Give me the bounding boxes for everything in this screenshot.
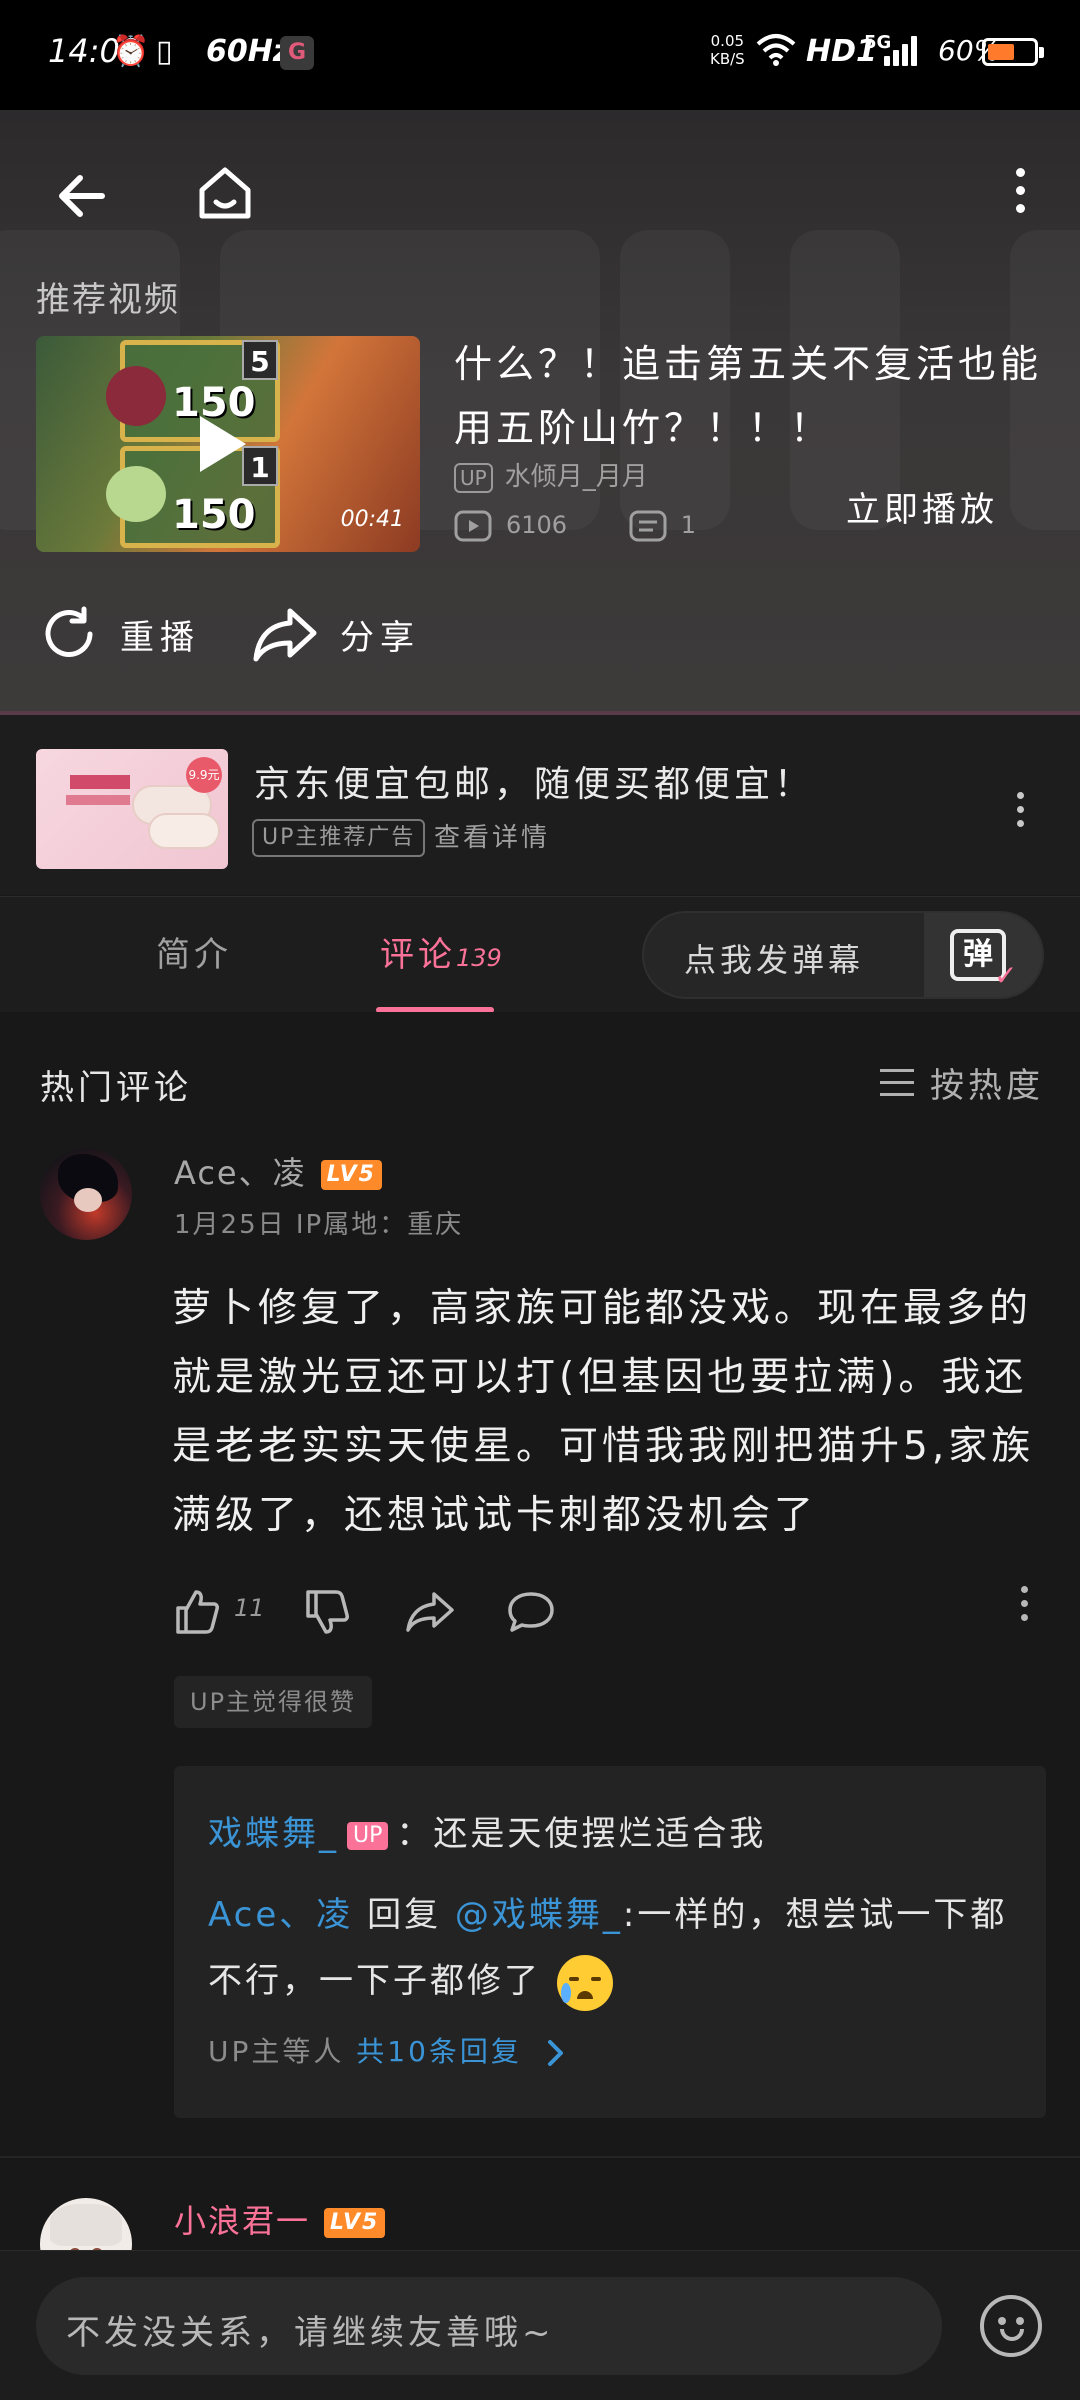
status-bar: 14:09 ⏰ ▯ 60Hz G 0.05 KB/S HD1 5G 60% [0, 0, 1080, 110]
net-speed-value: 0.05 [710, 32, 745, 50]
battery-fill [988, 44, 1014, 60]
dislike-icon[interactable] [302, 1588, 350, 1636]
refresh-rate: 60Hz [206, 34, 291, 69]
arrow-left-icon [59, 175, 105, 217]
share-icon [253, 608, 317, 662]
thumb-level: 5 [242, 340, 278, 380]
danmaku-toggle-button[interactable]: 弹 ✓ [924, 913, 1042, 997]
slipper-image [148, 813, 220, 849]
play-count-icon [454, 510, 492, 542]
alarm-icon: ⏰ [112, 34, 150, 69]
price-badge: 9.9元 [186, 757, 222, 793]
thumb-number: 150 [172, 492, 256, 538]
back-button[interactable] [52, 166, 112, 226]
reply-text: ：还是天使摆烂适合我 [396, 1814, 767, 1854]
tab-comments-label: 评论 [380, 935, 456, 975]
plant-image [106, 366, 166, 426]
replay-button[interactable]: 重播 [40, 604, 200, 664]
replay-icon [45, 606, 93, 657]
reply-icon[interactable] [506, 1588, 556, 1636]
recommended-label: 推荐视频 [36, 280, 180, 320]
thumb-level: 1 [242, 446, 278, 486]
comment-meta: 1月25日 IP属地：重庆 [174, 1210, 464, 1240]
reply-mention[interactable]: @戏蝶舞_ [455, 1895, 623, 1935]
avatar[interactable] [40, 1148, 132, 1240]
comment-username[interactable]: Ace、凌 LV5 [174, 1148, 382, 1194]
hot-comments-title: 热门评论 [40, 1068, 192, 1108]
more-options-button[interactable] [1006, 168, 1034, 224]
share-button[interactable]: 分享 [252, 604, 420, 664]
danmaku-input[interactable]: 点我发弹幕 弹 ✓ [642, 911, 1044, 999]
comment-more-button[interactable] [1018, 1586, 1030, 1630]
sort-button[interactable]: 按热度 [880, 1058, 1044, 1107]
share-label: 分享 [340, 617, 420, 658]
chevron-right-icon [547, 2040, 563, 2066]
comment-username[interactable]: 小浪君一 LV5 [174, 2196, 386, 2242]
reply-item: 戏蝶舞_ UP ：还是天使摆烂适合我 [208, 1806, 766, 1855]
home-icon [199, 167, 251, 219]
comment-actions: 11 [172, 1582, 1042, 1638]
like-count: 11 [234, 1594, 265, 1622]
home-button[interactable] [194, 162, 256, 224]
level-badge: LV5 [324, 2208, 386, 2238]
video-duration: 00:41 [340, 507, 404, 532]
ad-tag: UP主推荐广告 [252, 819, 426, 857]
recommended-video-title[interactable]: 什么？！追击第五关不复活也能用五阶山竹？！！！ [454, 332, 1044, 460]
plant-image [106, 466, 166, 522]
battery-icon [982, 38, 1044, 66]
tab-bar: 简介 评论139 点我发弹幕 弹 ✓ [0, 896, 1080, 1013]
crying-emoji-icon [557, 1954, 613, 2011]
comment-input-bar: 不发没关系，请继续友善哦~ [0, 2250, 1080, 2400]
video-stats: 6106 1 [454, 510, 750, 542]
replay-label: 重播 [120, 617, 200, 658]
like-icon[interactable] [172, 1588, 220, 1636]
reply-word: 回复 [353, 1895, 455, 1935]
net-speed: 0.05 KB/S [710, 32, 745, 68]
up-badge: UP [347, 1821, 389, 1850]
comment-input[interactable]: 不发没关系，请继续友善哦~ [36, 2277, 942, 2375]
emoji-button[interactable] [980, 2295, 1042, 2357]
view-replies-link[interactable]: 共10条回复 [356, 2035, 522, 2068]
comment-text[interactable]: 萝卜修复了，高家族可能都没戏。现在最多的就是激光豆还可以打(但基因也要拉满)。我… [172, 1274, 1042, 1550]
tab-intro[interactable]: 简介 [156, 927, 232, 976]
reply-item: Ace、凌 回复 @戏蝶舞_:一样的，想尝试一下都不行，一下子都修了 [208, 1882, 1008, 2014]
play-now-button[interactable]: 立即播放 [846, 482, 998, 531]
share-icon[interactable] [404, 1588, 456, 1636]
danmaku-icon [629, 510, 667, 542]
danmaku-prompt: 点我发弹幕 [684, 941, 865, 979]
tab-comments-count: 139 [456, 944, 502, 972]
level-badge: LV5 [320, 1160, 382, 1190]
reply-summary[interactable]: UP主等人 共10条回复 [208, 2030, 566, 2070]
comments-section: 热门评论 按热度 Ace、凌 LV5 1月25日 IP属地：重庆 萝卜修复了，高家… [0, 1012, 1080, 2250]
ad-title[interactable]: 京东便宜包邮，随便买都便宜！ [254, 755, 814, 807]
avatar[interactable] [40, 2198, 132, 2250]
danmaku-count: 1 [629, 510, 696, 542]
signal-icon [884, 36, 920, 66]
menu-icon [880, 1068, 914, 1097]
net-speed-unit: KB/S [710, 50, 745, 68]
reply-username[interactable]: Ace、凌 [208, 1895, 353, 1935]
ad-detail-link[interactable]: 查看详情 [434, 819, 550, 857]
video-end-screen: 推荐视频 5 1 150 150 00:41 什么？！追击第五关不复活也能用五阶… [0, 110, 1080, 715]
play-icon [200, 416, 246, 472]
check-icon: ✓ [994, 959, 1018, 992]
app-notification-icon: G [280, 36, 314, 70]
comment-input-placeholder: 不发没关系，请继续友善哦~ [66, 2313, 555, 2353]
uploader[interactable]: UP 水倾月_月月 [454, 456, 648, 493]
reply-box[interactable]: 戏蝶舞_ UP ：还是天使摆烂适合我 Ace、凌 回复 @戏蝶舞_:一样的，想尝试一… [174, 1766, 1046, 2118]
recommended-video-thumbnail[interactable]: 5 1 150 150 00:41 [36, 336, 420, 552]
up-liked-badge: UP主觉得很赞 [174, 1676, 373, 1728]
uploader-name: 水倾月_月月 [504, 462, 648, 492]
sort-label: 按热度 [930, 1066, 1044, 1106]
view-count: 6106 [454, 510, 567, 542]
vibrate-icon: ▯ [156, 34, 173, 69]
ad-more-button[interactable] [1014, 792, 1026, 832]
ad-banner[interactable]: 9.9元 京东便宜包邮，随便买都便宜！ UP主推荐广告 查看详情 [0, 715, 1080, 895]
wifi-icon [756, 32, 796, 74]
tab-comments[interactable]: 评论139 [380, 927, 502, 976]
up-tag: UP [454, 462, 493, 493]
ad-image[interactable]: 9.9元 [36, 749, 228, 869]
divider [0, 2156, 1080, 2158]
reply-username[interactable]: 戏蝶舞_ [208, 1814, 339, 1854]
